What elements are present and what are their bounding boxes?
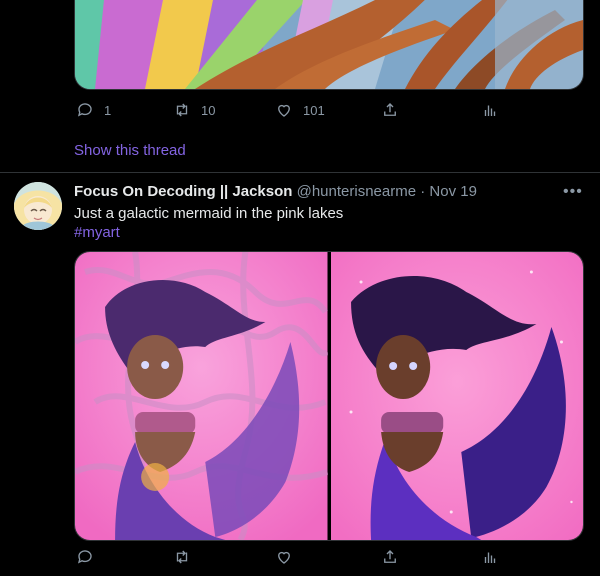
display-name[interactable]: Focus On Decoding || Jackson — [74, 183, 292, 200]
media-image-1[interactable] — [75, 252, 328, 540]
avatar[interactable] — [14, 182, 62, 230]
tweet-date[interactable]: Nov 19 — [429, 183, 477, 200]
retweet-icon — [176, 550, 188, 564]
share-icon — [384, 550, 396, 563]
tweet-like-action[interactable] — [275, 548, 303, 566]
reply-icon — [77, 103, 92, 117]
tweet-share-action[interactable] — [381, 548, 399, 566]
like-action[interactable]: 101 — [275, 101, 325, 119]
analytics-action[interactable] — [481, 101, 499, 119]
tweet-header: Focus On Decoding || Jackson @hunterisne… — [74, 183, 477, 200]
like-icon — [278, 551, 290, 564]
reply-count: 1 — [104, 102, 112, 118]
retweet-icon — [176, 103, 188, 117]
retweet-action[interactable]: 10 — [173, 101, 215, 119]
like-count: 101 — [303, 102, 325, 118]
tweet-text: Just a galactic mermaid in the pink lake… — [74, 205, 344, 222]
tweet-retweet-action[interactable] — [173, 548, 201, 566]
tweet-reply-action[interactable] — [76, 548, 104, 566]
analytics-icon — [484, 105, 496, 116]
show-thread-link[interactable]: Show this thread — [74, 142, 186, 159]
analytics-icon — [484, 552, 496, 563]
user-handle[interactable]: @hunterisnearme — [297, 183, 416, 200]
previous-tweet-image[interactable] — [74, 0, 584, 90]
tweet-media — [74, 251, 584, 541]
reply-action[interactable]: 1 — [76, 101, 111, 119]
reply-icon — [77, 550, 92, 564]
tweet-divider — [0, 172, 600, 173]
hashtag-link[interactable]: #myart — [74, 224, 120, 241]
media-image-2[interactable] — [330, 252, 583, 540]
more-icon[interactable]: ••• — [563, 183, 583, 201]
tweet-analytics-action[interactable] — [481, 548, 499, 566]
retweet-count: 10 — [201, 102, 216, 118]
separator: · — [420, 183, 426, 200]
share-icon — [384, 103, 396, 116]
like-icon — [278, 104, 290, 117]
share-action[interactable] — [381, 101, 399, 119]
